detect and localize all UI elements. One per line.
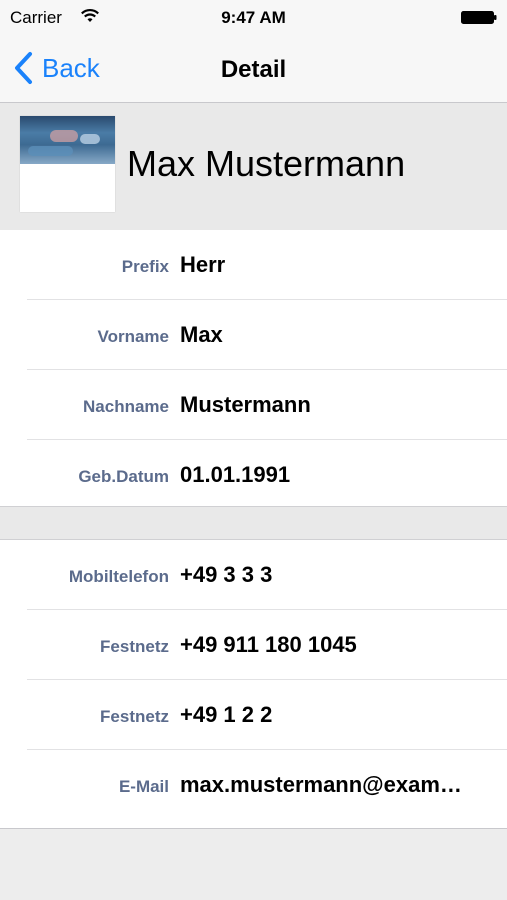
status-bar: Carrier 9:47 AM xyxy=(0,0,507,36)
field-value: +49 911 180 1045 xyxy=(180,632,357,657)
field-label: Prefix xyxy=(121,257,169,276)
field-label: Mobiltelefon xyxy=(68,567,169,586)
field-value: Max xyxy=(180,322,223,347)
field-row-email[interactable]: E-Mail max.mustermann@exam… xyxy=(27,750,507,819)
field-row-geburtsdatum[interactable]: Geb.Datum 01.01.1991 xyxy=(27,440,507,509)
field-value: max.mustermann@exam… xyxy=(180,772,462,797)
field-row-mobiltelefon[interactable]: Mobiltelefon +49 3 3 3 xyxy=(27,540,507,610)
field-row-vorname[interactable]: Vorname Max xyxy=(27,300,507,370)
field-value: +49 1 2 2 xyxy=(180,702,273,727)
status-time: 9:47 AM xyxy=(221,8,286,27)
field-label: Festnetz xyxy=(100,637,169,656)
field-row-prefix[interactable]: Prefix Herr xyxy=(27,230,507,300)
field-row-festnetz-2[interactable]: Festnetz +49 1 2 2 xyxy=(27,680,507,750)
field-value: 01.01.1991 xyxy=(180,462,291,487)
field-value: +49 3 3 3 xyxy=(180,562,273,587)
field-label: Vorname xyxy=(97,327,170,346)
field-value: Mustermann xyxy=(180,392,311,417)
field-label: E-Mail xyxy=(118,777,169,796)
avatar-photo xyxy=(20,116,115,164)
contact-header: Max Mustermann xyxy=(0,103,507,230)
contact-avatar[interactable] xyxy=(20,116,115,212)
field-label: Festnetz xyxy=(100,707,169,726)
field-label: Geb.Datum xyxy=(78,467,169,486)
battery-icon xyxy=(461,11,497,24)
field-label: Nachname xyxy=(83,397,169,416)
footer-area xyxy=(0,829,507,900)
contact-name: Max Mustermann xyxy=(127,143,406,184)
field-value: Herr xyxy=(180,252,226,277)
section-separator xyxy=(0,507,507,540)
contact-info-section: Mobiltelefon +49 3 3 3 Festnetz +49 911 … xyxy=(0,540,507,829)
field-row-festnetz[interactable]: Festnetz +49 911 180 1045 xyxy=(27,610,507,680)
nav-title: Detail xyxy=(220,56,287,83)
navigation-bar: Back Detail xyxy=(0,36,507,103)
personal-info-section: Prefix Herr Vorname Max Nachname Musterm… xyxy=(0,230,507,507)
field-row-nachname[interactable]: Nachname Mustermann xyxy=(27,370,507,440)
